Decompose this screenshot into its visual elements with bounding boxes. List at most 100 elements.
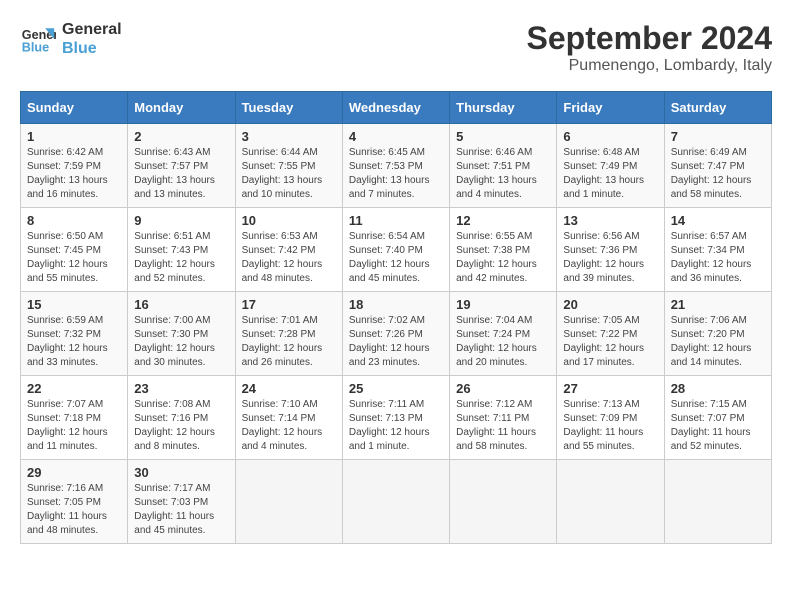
weekday-header-sunday: Sunday	[21, 92, 128, 124]
calendar-cell: 18Sunrise: 7:02 AM Sunset: 7:26 PM Dayli…	[342, 292, 449, 376]
day-number: 7	[671, 129, 765, 144]
logo-general: General	[62, 20, 122, 39]
day-detail: Sunrise: 6:57 AM Sunset: 7:34 PM Dayligh…	[671, 231, 752, 284]
day-detail: Sunrise: 6:45 AM Sunset: 7:53 PM Dayligh…	[349, 147, 430, 200]
day-detail: Sunrise: 7:06 AM Sunset: 7:20 PM Dayligh…	[671, 315, 752, 368]
svg-text:Blue: Blue	[22, 41, 49, 55]
calendar-week-2: 8 Sunrise: 6:50 AM Sunset: 7:45 PM Daylig…	[21, 208, 772, 292]
weekday-header-tuesday: Tuesday	[235, 92, 342, 124]
logo-blue: Blue	[62, 39, 122, 58]
day-detail: Sunrise: 7:01 AM Sunset: 7:28 PM Dayligh…	[242, 315, 323, 368]
calendar-table: SundayMondayTuesdayWednesdayThursdayFrid…	[20, 91, 772, 544]
calendar-cell	[664, 460, 771, 544]
day-number: 8	[27, 213, 121, 228]
calendar-week-3: 15 Sunrise: 6:59 AM Sunset: 7:32 PM Dayli…	[21, 292, 772, 376]
day-number: 16	[134, 297, 228, 312]
calendar-cell: 4 Sunrise: 6:45 AM Sunset: 7:53 PM Daylig…	[342, 124, 449, 208]
day-number: 10	[242, 213, 336, 228]
calendar-cell	[235, 460, 342, 544]
day-detail: Sunrise: 6:49 AM Sunset: 7:47 PM Dayligh…	[671, 147, 752, 200]
calendar-cell: 24 Sunrise: 7:10 AM Sunset: 7:14 PM Dayli…	[235, 376, 342, 460]
title-section: September 2024 Pumenengo, Lombardy, Ital…	[527, 20, 772, 75]
calendar-cell: 16 Sunrise: 7:00 AM Sunset: 7:30 PM Dayli…	[128, 292, 235, 376]
calendar-cell: 5 Sunrise: 6:46 AM Sunset: 7:51 PM Daylig…	[450, 124, 557, 208]
day-detail: Sunrise: 7:12 AM Sunset: 7:11 PM Dayligh…	[456, 399, 536, 452]
calendar-cell: 13 Sunrise: 6:56 AM Sunset: 7:36 PM Dayli…	[557, 208, 664, 292]
calendar-cell: 6Sunrise: 6:48 AM Sunset: 7:49 PM Daylig…	[557, 124, 664, 208]
location-title: Pumenengo, Lombardy, Italy	[527, 57, 772, 75]
calendar-cell: 14Sunrise: 6:57 AM Sunset: 7:34 PM Dayli…	[664, 208, 771, 292]
day-number: 15	[27, 297, 121, 312]
calendar-cell	[557, 460, 664, 544]
calendar-cell: 11 Sunrise: 6:54 AM Sunset: 7:40 PM Dayli…	[342, 208, 449, 292]
day-number: 9	[134, 213, 228, 228]
day-detail: Sunrise: 7:16 AM Sunset: 7:05 PM Dayligh…	[27, 483, 107, 536]
weekday-header-saturday: Saturday	[664, 92, 771, 124]
day-number: 17	[242, 297, 336, 312]
calendar-cell: 15 Sunrise: 6:59 AM Sunset: 7:32 PM Dayli…	[21, 292, 128, 376]
calendar-cell: 2Sunrise: 6:43 AM Sunset: 7:57 PM Daylig…	[128, 124, 235, 208]
day-number: 25	[349, 381, 443, 396]
day-detail: Sunrise: 6:48 AM Sunset: 7:49 PM Dayligh…	[563, 147, 644, 200]
weekday-header-monday: Monday	[128, 92, 235, 124]
day-number: 22	[27, 381, 121, 396]
day-detail: Sunrise: 6:56 AM Sunset: 7:36 PM Dayligh…	[563, 231, 644, 284]
calendar-week-1: 1Sunrise: 6:42 AM Sunset: 7:59 PM Daylig…	[21, 124, 772, 208]
calendar-cell: 12 Sunrise: 6:55 AM Sunset: 7:38 PM Dayli…	[450, 208, 557, 292]
day-detail: Sunrise: 6:44 AM Sunset: 7:55 PM Dayligh…	[242, 147, 323, 200]
day-number: 11	[349, 213, 443, 228]
calendar-week-5: 29 Sunrise: 7:16 AM Sunset: 7:05 PM Dayli…	[21, 460, 772, 544]
calendar-cell: 26 Sunrise: 7:12 AM Sunset: 7:11 PM Dayli…	[450, 376, 557, 460]
calendar-cell: 3 Sunrise: 6:44 AM Sunset: 7:55 PM Daylig…	[235, 124, 342, 208]
month-title: September 2024	[527, 20, 772, 57]
day-detail: Sunrise: 7:15 AM Sunset: 7:07 PM Dayligh…	[671, 399, 751, 452]
calendar-cell: 23 Sunrise: 7:08 AM Sunset: 7:16 PM Dayli…	[128, 376, 235, 460]
day-number: 12	[456, 213, 550, 228]
day-detail: Sunrise: 7:04 AM Sunset: 7:24 PM Dayligh…	[456, 315, 537, 368]
day-number: 28	[671, 381, 765, 396]
day-detail: Sunrise: 6:59 AM Sunset: 7:32 PM Dayligh…	[27, 315, 108, 368]
day-detail: Sunrise: 7:11 AM Sunset: 7:13 PM Dayligh…	[349, 399, 430, 452]
day-detail: Sunrise: 7:10 AM Sunset: 7:14 PM Dayligh…	[242, 399, 323, 452]
day-detail: Sunrise: 7:08 AM Sunset: 7:16 PM Dayligh…	[134, 399, 215, 452]
day-detail: Sunrise: 6:54 AM Sunset: 7:40 PM Dayligh…	[349, 231, 430, 284]
day-detail: Sunrise: 6:53 AM Sunset: 7:42 PM Dayligh…	[242, 231, 323, 284]
page-header: General Blue General Blue September 2024…	[20, 20, 772, 75]
day-number: 19	[456, 297, 550, 312]
logo-icon: General Blue	[20, 21, 56, 57]
calendar-cell: 8 Sunrise: 6:50 AM Sunset: 7:45 PM Daylig…	[21, 208, 128, 292]
day-detail: Sunrise: 6:55 AM Sunset: 7:38 PM Dayligh…	[456, 231, 537, 284]
day-detail: Sunrise: 7:00 AM Sunset: 7:30 PM Dayligh…	[134, 315, 215, 368]
day-number: 24	[242, 381, 336, 396]
day-detail: Sunrise: 7:17 AM Sunset: 7:03 PM Dayligh…	[134, 483, 214, 536]
calendar-cell: 30Sunrise: 7:17 AM Sunset: 7:03 PM Dayli…	[128, 460, 235, 544]
day-number: 20	[563, 297, 657, 312]
day-detail: Sunrise: 7:13 AM Sunset: 7:09 PM Dayligh…	[563, 399, 643, 452]
day-number: 13	[563, 213, 657, 228]
day-number: 21	[671, 297, 765, 312]
day-detail: Sunrise: 6:43 AM Sunset: 7:57 PM Dayligh…	[134, 147, 215, 200]
weekday-header-row: SundayMondayTuesdayWednesdayThursdayFrid…	[21, 92, 772, 124]
day-detail: Sunrise: 6:46 AM Sunset: 7:51 PM Dayligh…	[456, 147, 537, 200]
calendar-cell: 19 Sunrise: 7:04 AM Sunset: 7:24 PM Dayli…	[450, 292, 557, 376]
day-number: 26	[456, 381, 550, 396]
calendar-cell: 1Sunrise: 6:42 AM Sunset: 7:59 PM Daylig…	[21, 124, 128, 208]
calendar-week-4: 22 Sunrise: 7:07 AM Sunset: 7:18 PM Dayli…	[21, 376, 772, 460]
day-number: 4	[349, 129, 443, 144]
calendar-cell	[342, 460, 449, 544]
day-detail: Sunrise: 7:07 AM Sunset: 7:18 PM Dayligh…	[27, 399, 108, 452]
day-detail: Sunrise: 6:51 AM Sunset: 7:43 PM Dayligh…	[134, 231, 215, 284]
calendar-cell: 10 Sunrise: 6:53 AM Sunset: 7:42 PM Dayli…	[235, 208, 342, 292]
logo: General Blue General Blue	[20, 20, 122, 58]
day-number: 27	[563, 381, 657, 396]
day-detail: Sunrise: 6:50 AM Sunset: 7:45 PM Dayligh…	[27, 231, 108, 284]
calendar-cell	[450, 460, 557, 544]
day-number: 23	[134, 381, 228, 396]
day-number: 18	[349, 297, 443, 312]
calendar-cell: 22 Sunrise: 7:07 AM Sunset: 7:18 PM Dayli…	[21, 376, 128, 460]
calendar-cell: 21 Sunrise: 7:06 AM Sunset: 7:20 PM Dayli…	[664, 292, 771, 376]
day-number: 29	[27, 465, 121, 480]
day-number: 5	[456, 129, 550, 144]
calendar-cell: 9 Sunrise: 6:51 AM Sunset: 7:43 PM Daylig…	[128, 208, 235, 292]
day-number: 3	[242, 129, 336, 144]
